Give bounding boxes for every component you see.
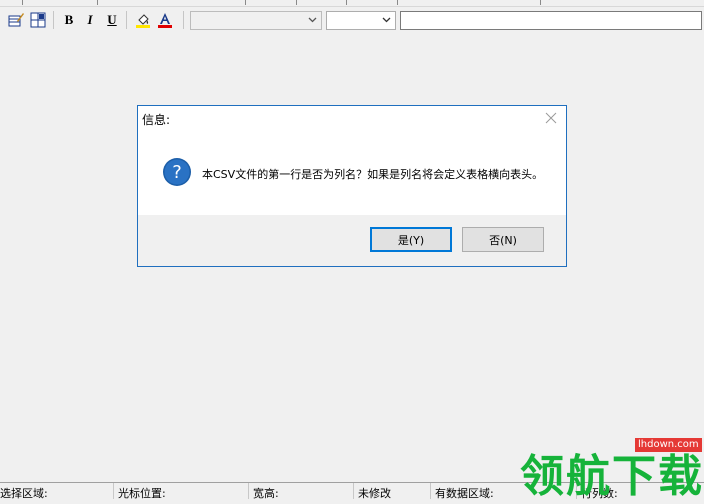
edit-table-icon: [8, 13, 24, 27]
toolbar-separator: [97, 0, 98, 5]
watermark-url: lhdown.com: [635, 438, 702, 452]
italic-button[interactable]: I: [80, 10, 100, 30]
status-modified: 未修改: [353, 483, 430, 500]
chevron-down-icon: [308, 17, 317, 23]
chevron-down-icon: [382, 17, 391, 23]
svg-text:?: ?: [172, 162, 182, 183]
status-cursor: 光标位置:: [113, 483, 248, 500]
toolbar-separator: [53, 11, 54, 29]
toolbar-separator: [245, 0, 246, 5]
underline-button[interactable]: U: [102, 10, 122, 30]
dialog-title: 信息:: [142, 113, 171, 127]
close-icon[interactable]: [544, 111, 558, 125]
edit-cell-button[interactable]: [6, 10, 26, 30]
font-name-select[interactable]: [190, 11, 322, 30]
yes-button[interactable]: 是(Y): [370, 227, 452, 252]
font-size-select[interactable]: [326, 11, 396, 30]
underline-label: U: [107, 12, 117, 27]
question-icon: ?: [163, 158, 191, 186]
message-dialog: 信息: ? 本CSV文件的第一行是否为列名？如果是列名将会定义表格横向表头。 是…: [137, 105, 567, 267]
status-selection: 选择区域:: [0, 487, 48, 500]
toolbar-separator: [397, 0, 398, 5]
toolbar-separator: [540, 0, 541, 5]
paint-bucket-icon: [136, 14, 150, 28]
format-toolbar: B I U: [0, 8, 704, 33]
dialog-content-area: 信息: ? 本CSV文件的第一行是否为列名？如果是列名将会定义表格横向表头。: [138, 106, 566, 215]
yes-button-label: 是(Y): [397, 233, 425, 247]
bold-label: B: [64, 12, 74, 27]
status-size: 宽高:: [248, 483, 353, 500]
font-color-button[interactable]: [155, 10, 175, 30]
watermark-logo: 领航下载 lhdown.com: [520, 436, 704, 502]
toolbar-separator: [183, 11, 184, 29]
toolbar-separator: [126, 11, 127, 29]
italic-label: I: [87, 12, 93, 27]
table-format-icon: [30, 12, 46, 28]
font-color-icon: [158, 13, 172, 28]
cell-format-button[interactable]: [28, 10, 48, 30]
no-button-label: 否(N): [489, 233, 517, 247]
upper-toolbar-strip: [0, 0, 704, 7]
no-button[interactable]: 否(N): [462, 227, 544, 252]
toolbar-separator: [22, 0, 23, 5]
bold-button[interactable]: B: [59, 10, 79, 30]
dialog-message: 本CSV文件的第一行是否为列名？如果是列名将会定义表格横向表头。: [202, 168, 544, 181]
toolbar-separator: [346, 0, 347, 5]
fill-color-button[interactable]: [133, 10, 153, 30]
toolbar-separator: [296, 0, 297, 5]
cell-content-input[interactable]: [400, 11, 702, 30]
